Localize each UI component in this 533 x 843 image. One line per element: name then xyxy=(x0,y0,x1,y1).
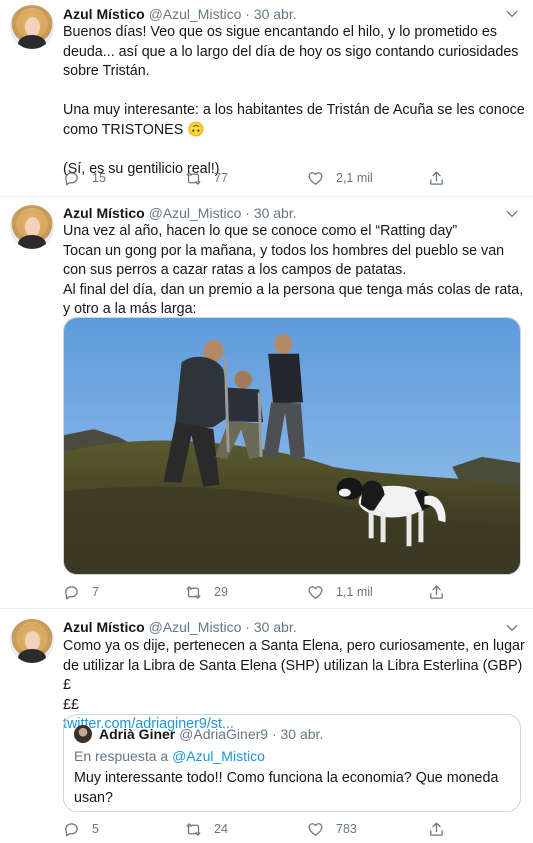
heart-icon xyxy=(308,822,323,836)
reply-count: 5 xyxy=(92,822,99,836)
tweet-photo[interactable] xyxy=(63,317,521,575)
quoted-avatar xyxy=(74,725,92,743)
retweet-count: 29 xyxy=(214,585,228,599)
quoted-tweet[interactable]: Adrià Giner @AdriaGiner9 · 30 abr. En re… xyxy=(63,714,521,812)
text-line: Buenos días! Veo que os sigue encantando… xyxy=(63,24,497,40)
text-line: Muy interessante todo!! Como funciona la… xyxy=(74,770,499,786)
heart-icon xyxy=(308,585,323,599)
separator: · xyxy=(268,726,281,742)
like-count: 1,1 mil xyxy=(336,585,373,599)
author-handle[interactable]: @Azul_Mistico xyxy=(149,205,242,221)
tweet-text: Una vez al año, hacen lo que se conoce c… xyxy=(63,222,525,320)
text-line xyxy=(63,82,525,102)
reply-button[interactable]: 15 xyxy=(63,168,106,188)
author-name[interactable]: Azul Místico xyxy=(63,619,145,635)
like-button[interactable]: 1,1 mil xyxy=(307,582,373,602)
tweet-header: Azul Místico @Azul_Mistico · 30 abr. xyxy=(63,204,297,222)
quoted-date: 30 abr. xyxy=(280,726,324,742)
tweet-actions: 5 24 783 xyxy=(63,819,463,839)
like-button[interactable]: 2,1 mil xyxy=(307,168,373,188)
retweet-button[interactable]: 29 xyxy=(185,582,228,602)
tweet-date[interactable]: 30 abr. xyxy=(254,619,297,635)
like-button[interactable]: 783 xyxy=(307,819,357,839)
heart-icon xyxy=(308,171,323,185)
reply-mention[interactable]: @Azul_Mistico xyxy=(172,748,265,764)
reply-button[interactable]: 5 xyxy=(63,819,99,839)
author-name[interactable]: Azul Místico xyxy=(63,205,145,221)
separator: · xyxy=(241,205,254,221)
reply-button[interactable]: 7 xyxy=(63,582,99,602)
share-button[interactable] xyxy=(428,168,457,188)
text-line: deuda... así que a lo largo del día de h… xyxy=(63,43,519,60)
text-line: Como ya os dije, pertenecen a Santa Elen… xyxy=(63,638,525,654)
text-line: sobre Tristán. xyxy=(63,63,150,79)
chevron-down-icon[interactable] xyxy=(505,621,519,635)
avatar[interactable] xyxy=(10,205,54,249)
quoted-text: Muy interessante todo!! Como funciona la… xyxy=(74,769,514,808)
tweet-header: Azul Místico @Azul_Mistico · 30 abr. xyxy=(63,5,297,23)
author-handle[interactable]: @Azul_Mistico xyxy=(149,619,242,635)
text-line xyxy=(63,140,525,160)
share-icon xyxy=(430,170,443,185)
text-line: usan? xyxy=(74,789,113,806)
reply-icon xyxy=(65,822,78,837)
retweet-count: 24 xyxy=(214,822,228,836)
quoted-reply-context: En respuesta a @Azul_Mistico xyxy=(74,747,265,765)
retweet-icon xyxy=(186,822,201,836)
tweet-actions: 15 77 2,1 mil xyxy=(63,168,463,188)
reply-icon xyxy=(65,585,78,600)
reply-count: 7 xyxy=(92,585,99,599)
share-button[interactable] xyxy=(428,582,457,602)
retweet-button[interactable]: 24 xyxy=(185,819,228,839)
text-line: con sus perros a cazar ratas a los campo… xyxy=(63,262,407,278)
retweet-button[interactable]: 77 xyxy=(185,168,228,188)
share-button[interactable] xyxy=(428,819,457,839)
text-line: como TRISTONES 🙃 xyxy=(63,121,206,138)
text-line: Tocan un gong por la mañana, y todos los… xyxy=(63,242,505,259)
tweet-date[interactable]: 30 abr. xyxy=(254,205,297,221)
separator: · xyxy=(241,6,254,22)
separator: · xyxy=(241,619,254,635)
tweet[interactable]: Azul Místico @Azul_Mistico · 30 abr. Bue… xyxy=(0,0,533,197)
retweet-count: 77 xyxy=(214,171,228,185)
tweet-text: Buenos días! Veo que os sigue encantando… xyxy=(63,23,525,179)
tweet-actions: 7 29 1,1 mil xyxy=(63,582,463,602)
reply-icon xyxy=(65,171,78,186)
text-line: Una vez al año, hacen lo que se conoce c… xyxy=(63,223,458,239)
author-name[interactable]: Azul Místico xyxy=(63,6,145,22)
quoted-header: Adrià Giner @AdriaGiner9 · 30 abr. xyxy=(99,725,323,743)
author-handle[interactable]: @Azul_Mistico xyxy=(149,6,242,22)
text-line: ££ xyxy=(63,696,79,713)
like-count: 2,1 mil xyxy=(336,171,373,185)
reply-count: 15 xyxy=(92,171,106,185)
text-line: Al final del día, dan un premio a la per… xyxy=(63,281,524,298)
tweet-date[interactable]: 30 abr. xyxy=(254,6,297,22)
share-icon xyxy=(430,584,443,599)
like-count: 783 xyxy=(336,822,357,836)
reply-prefix: En respuesta a xyxy=(74,748,169,764)
chevron-down-icon[interactable] xyxy=(505,7,519,21)
share-icon xyxy=(430,821,443,836)
tweet-header: Azul Místico @Azul_Mistico · 30 abr. xyxy=(63,618,297,636)
quoted-author-name: Adrià Giner xyxy=(99,726,176,742)
avatar[interactable] xyxy=(10,5,54,49)
chevron-down-icon[interactable] xyxy=(505,207,519,221)
text-line: Una muy interesante: a los habitantes de… xyxy=(63,102,525,118)
avatar[interactable] xyxy=(10,619,54,663)
quoted-author-handle: @AdriaGiner9 xyxy=(179,726,269,742)
retweet-icon xyxy=(186,585,201,599)
text-line: de utilizar la Libra de Santa Elena (SHP… xyxy=(63,657,523,694)
retweet-icon xyxy=(186,171,201,185)
